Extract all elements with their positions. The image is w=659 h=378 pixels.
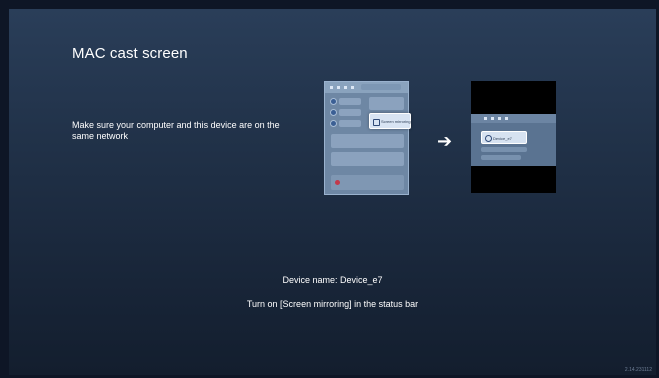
status-bar-illustration-right xyxy=(471,114,556,123)
device-list-illustration: Device_e7 xyxy=(471,81,556,193)
search-icon xyxy=(498,117,501,120)
display-slider-block xyxy=(331,134,404,148)
status-icon xyxy=(484,117,487,120)
bluetooth-toggle-bar xyxy=(339,109,361,116)
airdrop-toggle-icon xyxy=(330,120,337,127)
device-list-row xyxy=(481,147,527,152)
search-icon xyxy=(344,86,347,89)
status-bar-illustration xyxy=(325,82,408,93)
arrow-right-icon: ➔ xyxy=(437,131,453,151)
page-title: MAC cast screen xyxy=(72,45,188,62)
device-list-row xyxy=(481,155,521,160)
device-tile: Device_e7 xyxy=(481,131,527,144)
airdrop-toggle-bar xyxy=(339,120,361,127)
bluetooth-toggle-icon xyxy=(330,109,337,116)
screen-mirroring-tile: Screen mirroring xyxy=(369,113,411,129)
wifi-icon xyxy=(337,86,340,89)
status-icon xyxy=(330,86,333,89)
device-name-value: Device_e7 xyxy=(340,275,383,285)
network-instruction: Make sure your computer and this device … xyxy=(72,120,280,141)
wifi-toggle-icon xyxy=(330,98,337,105)
device-icon xyxy=(485,135,492,142)
mirroring-hint: Turn on [Screen mirroring] in the status… xyxy=(246,299,419,309)
wifi-icon xyxy=(491,117,494,120)
control-center-icon xyxy=(505,117,508,120)
screen-mirroring-label: Screen mirroring xyxy=(381,119,411,124)
device-name-line: Device name: Device_e7 xyxy=(9,275,656,285)
focus-tile xyxy=(369,97,404,110)
wifi-toggle-bar xyxy=(339,98,361,105)
device-name-label: Device name: xyxy=(282,275,338,285)
app-icon xyxy=(335,180,340,185)
control-center-icon xyxy=(351,86,354,89)
cast-screen: MAC cast screen Make sure your computer … xyxy=(9,9,656,375)
now-playing-block xyxy=(331,175,404,190)
version-label: 2.14.231112 xyxy=(624,367,652,373)
screen-mirroring-icon xyxy=(373,119,380,126)
menu-bar-block xyxy=(361,84,401,90)
device-tile-label: Device_e7 xyxy=(493,136,512,141)
control-center-illustration: Screen mirroring xyxy=(324,81,411,195)
sound-slider-block xyxy=(331,152,404,166)
